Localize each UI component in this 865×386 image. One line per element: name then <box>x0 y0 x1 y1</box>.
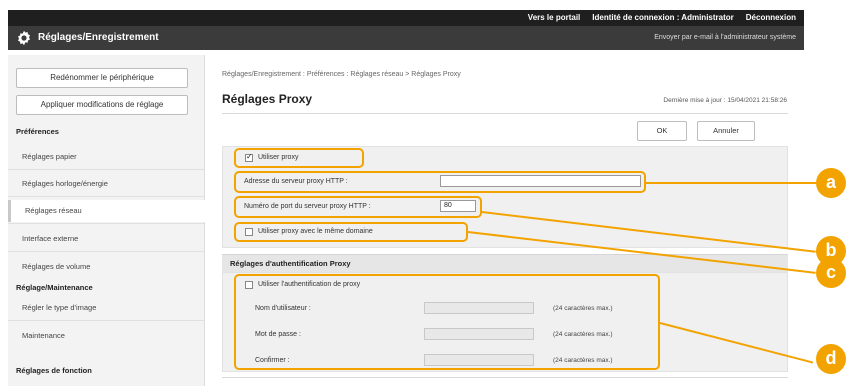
cancel-button[interactable]: Annuler <box>697 121 755 141</box>
apply-changes-button[interactable]: Appliquer modifications de réglage <box>16 95 188 115</box>
app-title: Réglages/Enregistrement <box>38 32 159 43</box>
ok-button[interactable]: OK <box>637 121 687 141</box>
callout-frame-a <box>234 171 646 193</box>
sidebar-item-paper[interactable]: Réglages papier <box>8 146 205 168</box>
callout-frame-d <box>234 274 660 370</box>
divider <box>222 377 788 378</box>
callout-frame-use-proxy <box>234 148 364 168</box>
last-update-text: Dernière mise à jour : 15/04/2021 21:58:… <box>663 97 787 104</box>
sidebar-item-network[interactable]: Réglages réseau <box>8 200 205 222</box>
sidebar-divider <box>8 169 205 170</box>
sidebar: Redénommer le périphérique Appliquer mod… <box>8 55 205 386</box>
sidebar-divider <box>8 320 205 321</box>
sidebar-category-preferences: Préférences <box>16 127 59 136</box>
callout-badge-d: d <box>816 344 846 374</box>
rename-device-button[interactable]: Redénommer le périphérique <box>16 68 188 88</box>
sidebar-category-function: Réglages de fonction <box>16 366 92 375</box>
email-admin-link[interactable]: Envoyer par e-mail à l'administrateur sy… <box>654 34 796 41</box>
callout-frame-b <box>234 196 482 218</box>
app-header: Réglages/Enregistrement Envoyer par e-ma… <box>8 26 804 50</box>
callout-line-a <box>646 182 818 184</box>
sidebar-divider <box>8 223 205 224</box>
sidebar-item-volume[interactable]: Réglages de volume <box>8 256 205 278</box>
sidebar-divider <box>8 251 205 252</box>
top-bar: Vers le portail Identité de connexion : … <box>8 10 804 26</box>
page-title: Réglages Proxy <box>222 92 313 106</box>
sidebar-category-maintenance: Réglage/Maintenance <box>16 283 93 292</box>
sidebar-item-maintenance[interactable]: Maintenance <box>8 325 205 347</box>
sidebar-item-image-type[interactable]: Régler le type d'image <box>8 297 205 319</box>
logout-link[interactable]: Déconnexion <box>746 13 796 22</box>
sidebar-item-external-interface[interactable]: Interface externe <box>8 228 205 250</box>
sidebar-item-clock-energy[interactable]: Réglages horloge/énergie <box>8 173 205 195</box>
login-id-text: Identité de connexion : Administrator <box>592 13 734 22</box>
callout-badge-a: a <box>816 168 846 198</box>
divider <box>222 113 788 114</box>
portal-link[interactable]: Vers le portail <box>528 13 580 22</box>
callout-badge-c: c <box>816 258 846 288</box>
sidebar-divider <box>8 196 205 197</box>
callout-frame-c <box>234 222 468 242</box>
gear-icon <box>18 30 30 46</box>
auth-section-header: Réglages d'authentification Proxy <box>222 254 788 272</box>
breadcrumb: Réglages/Enregistrement : Préférences : … <box>222 71 461 78</box>
